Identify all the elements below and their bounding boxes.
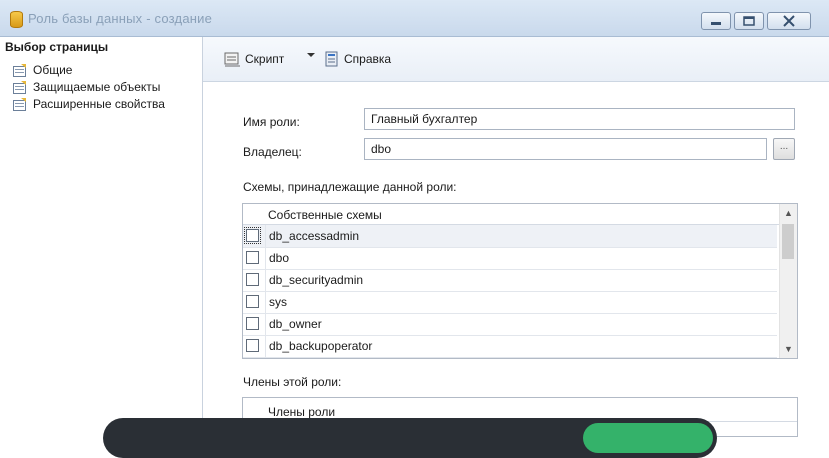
schema-checkbox[interactable] xyxy=(246,339,259,352)
scroll-thumb[interactable] xyxy=(782,224,794,259)
table-row[interactable]: db_owner xyxy=(243,313,777,336)
page-selector-pane: Выбор страницы Общие Защищаемые объекты … xyxy=(0,37,203,428)
script-dropdown-button[interactable] xyxy=(306,51,316,59)
schema-name: db_backupoperator xyxy=(265,335,769,357)
script-label: Скрипт xyxy=(245,52,285,66)
page-icon xyxy=(13,97,26,111)
schemas-scrollbar[interactable]: ▲ ▼ xyxy=(779,204,797,358)
table-row[interactable]: db_securityadmin xyxy=(243,269,777,292)
page-icon xyxy=(13,63,26,77)
role-name-input[interactable]: Главный бухгалтер xyxy=(364,108,795,130)
schema-name: sys xyxy=(265,291,769,313)
members-section-label: Члены этой роли: xyxy=(243,375,342,389)
schemas-grid-header: Собственные схемы xyxy=(243,204,797,225)
window-title: Роль базы данных - создание xyxy=(28,11,213,26)
owner-browse-button[interactable]: ... xyxy=(773,138,795,160)
table-row[interactable]: db_backupoperator xyxy=(243,335,777,358)
database-cylinder-icon xyxy=(10,11,23,28)
page-item-securables[interactable]: Защищаемые объекты xyxy=(13,79,160,95)
schema-checkbox[interactable] xyxy=(246,317,259,330)
help-button[interactable]: Справка xyxy=(324,51,391,67)
role-properties-pane: Скрипт Справка Имя роли: Главный бухгалт… xyxy=(203,37,829,437)
page-item-label: Общие xyxy=(33,63,73,77)
page-item-extended-properties[interactable]: Расширенные свойства xyxy=(13,96,165,112)
schema-checkbox[interactable] xyxy=(244,227,261,244)
table-row[interactable]: dbo xyxy=(243,247,777,270)
schema-name: db_securityadmin xyxy=(265,269,769,291)
script-icon xyxy=(224,52,240,67)
page-item-general[interactable]: Общие xyxy=(13,62,72,78)
scroll-up-icon[interactable]: ▲ xyxy=(784,208,793,218)
schemas-grid: Собственные схемы db_accessadmin dbo db_… xyxy=(242,203,798,359)
owner-input[interactable]: dbo xyxy=(364,138,767,160)
help-icon xyxy=(325,51,338,67)
script-button[interactable]: Скрипт xyxy=(224,51,284,67)
close-icon xyxy=(783,15,795,27)
minimize-button[interactable] xyxy=(701,12,731,30)
window-titlebar: Роль базы данных - создание xyxy=(0,0,829,37)
maximize-button[interactable] xyxy=(734,12,764,30)
owner-label: Владелец: xyxy=(243,145,302,159)
toolbar: Скрипт Справка xyxy=(203,37,829,82)
schema-name: db_owner xyxy=(265,313,769,335)
maximize-icon xyxy=(743,16,755,26)
page-icon xyxy=(13,80,26,94)
help-label: Справка xyxy=(344,52,392,66)
scroll-down-icon[interactable]: ▼ xyxy=(784,344,793,354)
schema-checkbox[interactable] xyxy=(246,273,259,286)
chevron-down-icon xyxy=(307,53,315,57)
table-row[interactable]: sys xyxy=(243,291,777,314)
table-row[interactable]: db_accessadmin xyxy=(243,225,777,248)
column-header-role-members: Члены роли xyxy=(268,405,336,419)
column-header-owned-schemas: Собственные схемы xyxy=(268,208,382,222)
close-button[interactable] xyxy=(767,12,811,30)
page-item-label: Защищаемые объекты xyxy=(33,80,161,94)
role-name-label: Имя роли: xyxy=(243,115,300,129)
schema-checkbox[interactable] xyxy=(246,295,259,308)
schemas-section-label: Схемы, принадлежащие данной роли: xyxy=(243,180,457,194)
schema-name: dbo xyxy=(265,247,769,269)
schema-name: db_accessadmin xyxy=(265,225,769,247)
minimize-icon xyxy=(711,22,721,25)
schema-checkbox[interactable] xyxy=(246,251,259,264)
page-selector-header: Выбор страницы xyxy=(5,40,109,54)
page-item-label: Расширенные свойства xyxy=(33,97,165,111)
